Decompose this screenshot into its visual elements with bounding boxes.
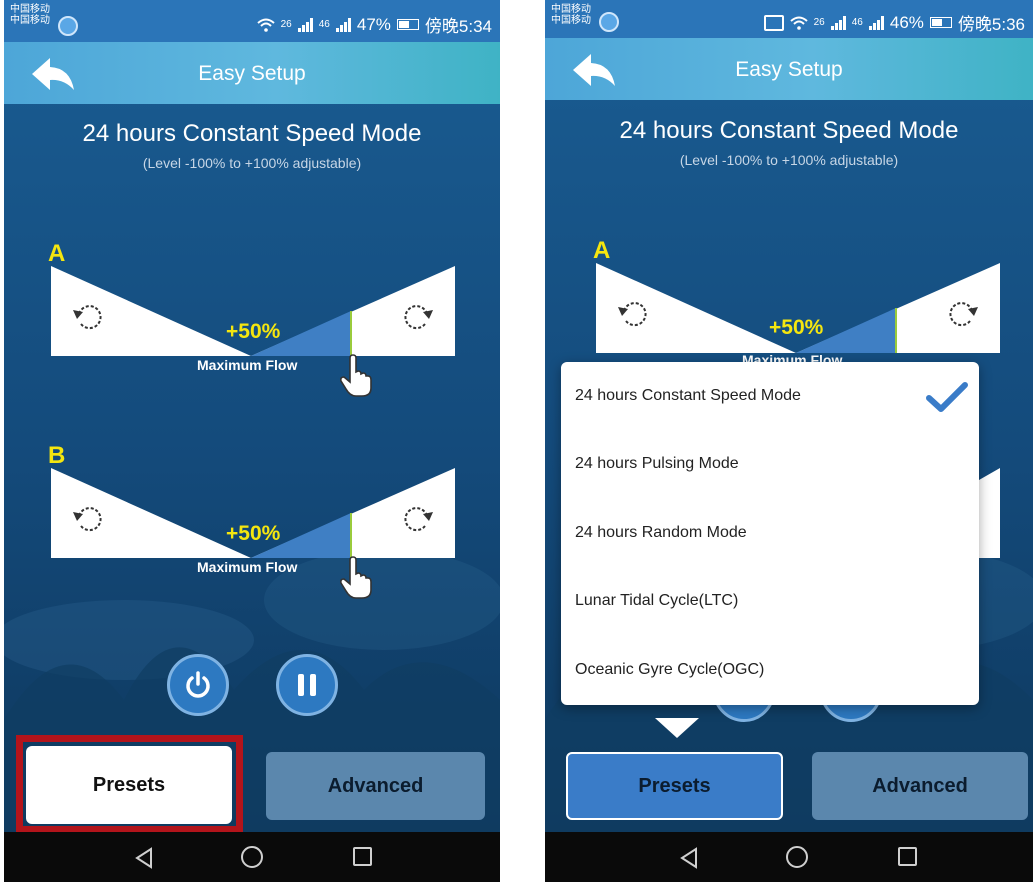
advanced-button[interactable]: Advanced <box>812 752 1028 820</box>
checkmark-icon <box>926 382 968 412</box>
mode-subtitle: (Level -100% to +100% adjustable) <box>142 155 362 171</box>
advanced-button[interactable]: Advanced <box>266 752 485 820</box>
presets-button[interactable]: Presets <box>566 752 783 820</box>
clock: 傍晚5:34 <box>424 17 492 36</box>
nav-home-icon[interactable] <box>241 846 263 868</box>
header-title: Easy Setup <box>198 62 306 85</box>
signal-icon <box>830 15 846 30</box>
signal-icon-2 <box>868 15 884 30</box>
clock: 傍晚5:36 <box>957 15 1025 34</box>
battery-percent: 47% <box>356 14 391 34</box>
status-indicators: 26 46 46% 傍晚5:36 <box>763 10 1025 35</box>
mode-dropdown-menu: 24 hours Constant Speed Mode 24 hours Pu… <box>561 362 979 705</box>
pause-icon <box>298 674 316 696</box>
pump-a-slider[interactable] <box>596 263 1000 355</box>
network-type-label-2: 46 <box>851 17 863 28</box>
pump-a-flow-label: Maximum Flow <box>197 357 298 373</box>
app-header: Easy Setup <box>4 42 500 104</box>
nav-recent-apps-icon[interactable] <box>898 847 917 866</box>
pump-b-flow-label: Maximum Flow <box>197 559 298 575</box>
dropdown-item-random[interactable]: 24 hours Random Mode <box>561 499 979 567</box>
wifi-icon <box>256 18 275 32</box>
network-type-label: 26 <box>813 17 825 28</box>
hand-pointer-icon <box>340 354 372 397</box>
battery-icon <box>396 19 419 30</box>
pump-a-percent: +50% <box>226 320 281 343</box>
mode-subtitle: (Level -100% to +100% adjustable) <box>679 152 899 168</box>
nav-recent-apps-icon[interactable] <box>353 847 372 866</box>
signal-icon <box>297 17 313 32</box>
pump-a-slider[interactable] <box>51 266 455 358</box>
presets-button[interactable]: Presets <box>26 746 232 824</box>
pump-a-label: A <box>593 237 611 264</box>
pause-button[interactable] <box>276 654 338 716</box>
pump-b-label: B <box>48 442 66 469</box>
power-button[interactable] <box>167 654 229 716</box>
hand-pointer-icon <box>340 556 372 599</box>
wifi-icon <box>789 16 808 30</box>
network-type-label-2: 46 <box>318 19 330 30</box>
header-title: Easy Setup <box>735 58 843 81</box>
phone-screen-right: 中国移动 中国移动 26 46 46% 傍晚5:36 Easy Setup 24… <box>545 0 1033 882</box>
pump-a-percent: +50% <box>769 316 824 339</box>
mode-title: 24 hours Constant Speed Mode <box>82 120 422 147</box>
status-bar: 中国移动 中国移动 26 46 46% 傍晚5:36 <box>545 0 1033 38</box>
notification-icon <box>599 12 619 32</box>
dropdown-item-ogc[interactable]: Oceanic Gyre Cycle(OGC) <box>561 636 979 704</box>
notification-icon <box>58 16 78 36</box>
screen-cast-icon <box>763 14 784 31</box>
pump-b-slider[interactable] <box>51 468 455 560</box>
signal-icon-2 <box>335 17 351 32</box>
system-nav-bar <box>545 832 1033 882</box>
mode-title: 24 hours Constant Speed Mode <box>619 117 959 144</box>
dropdown-item-constant-speed[interactable]: 24 hours Constant Speed Mode <box>561 362 979 430</box>
network-type-label: 26 <box>280 19 292 30</box>
nav-back-icon[interactable] <box>134 847 154 869</box>
app-header: Easy Setup <box>545 38 1033 100</box>
pump-b-percent: +50% <box>226 522 281 545</box>
status-bar: 中国移动 中国移动 26 46 47% 傍晚5:34 <box>4 0 500 42</box>
system-nav-bar <box>4 832 500 882</box>
pump-a-label: A <box>48 240 66 267</box>
battery-percent: 46% <box>889 12 924 32</box>
phone-screen-left: 中国移动 中国移动 26 46 47% 傍晚5:34 Easy Setup 24… <box>4 0 500 882</box>
nav-back-icon[interactable] <box>679 847 699 869</box>
battery-icon <box>929 17 952 28</box>
dropdown-item-ltc[interactable]: Lunar Tidal Cycle(LTC) <box>561 567 979 635</box>
dropdown-pointer <box>655 718 699 738</box>
nav-home-icon[interactable] <box>786 846 808 868</box>
dropdown-item-pulsing[interactable]: 24 hours Pulsing Mode <box>561 430 979 498</box>
status-indicators: 26 46 47% 傍晚5:34 <box>256 12 492 37</box>
power-icon <box>186 671 210 698</box>
